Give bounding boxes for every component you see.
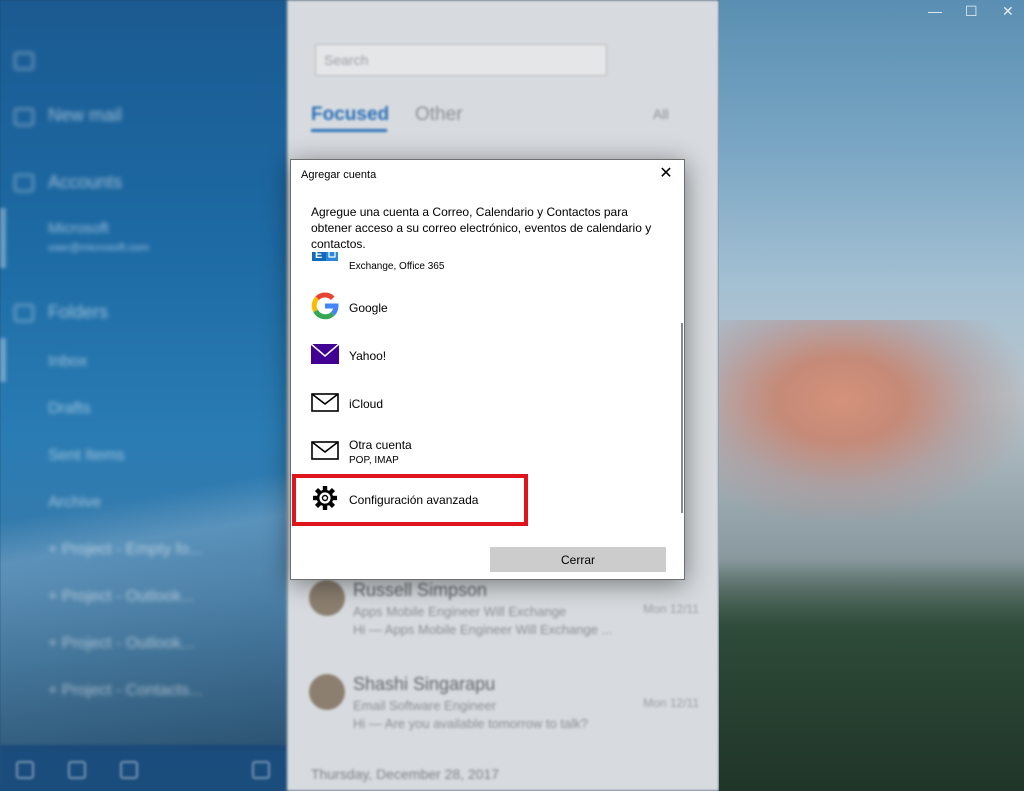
maximize-icon[interactable]: ☐	[965, 3, 978, 20]
exchange-icon: E	[311, 252, 339, 270]
account-name[interactable]: Microsoft	[48, 220, 109, 237]
folder-item[interactable]: Archive	[48, 494, 101, 512]
folder-item[interactable]: + Project - Empty fo...	[48, 541, 202, 559]
mail-icon[interactable]	[16, 761, 34, 779]
folder-item[interactable]: + Project - Outlook...	[48, 588, 194, 606]
sidebar-bottom-bar	[0, 745, 287, 791]
option-sublabel: Exchange, Office 365	[349, 261, 445, 272]
add-account-dialog: Agregar cuenta ✕ Agregue una cuenta a Co…	[290, 159, 685, 580]
reading-pane-background: — ☐ ✕	[719, 0, 1024, 791]
selected-folder-indicator	[0, 338, 6, 382]
window-close-icon[interactable]: ✕	[1002, 3, 1014, 20]
svg-text:E: E	[315, 252, 322, 261]
search-box[interactable]: Search	[315, 44, 607, 76]
folder-item[interactable]: + Project - Outlook...	[48, 635, 194, 653]
option-yahoo[interactable]: Yahoo!	[291, 330, 679, 378]
message-sender: Shashi Singarapu	[353, 674, 496, 694]
option-other-account[interactable]: Otra cuenta POP, IMAP	[291, 426, 679, 474]
folder-item[interactable]: + Project - Contacts...	[48, 682, 202, 700]
filter-dropdown[interactable]: All	[653, 106, 669, 122]
folder-item[interactable]: Sent Items	[48, 447, 124, 465]
calendar-icon[interactable]	[68, 761, 86, 779]
option-icloud[interactable]: iCloud	[291, 378, 679, 426]
option-exchange[interactable]: E Exchange, Office 365	[291, 252, 679, 280]
people-icon[interactable]	[120, 761, 138, 779]
search-placeholder: Search	[324, 52, 369, 68]
google-icon	[311, 292, 339, 320]
envelope-icon	[311, 436, 339, 464]
message-subject: Apps Mobile Engineer Will Exchange	[353, 604, 567, 619]
hamburger-menu-icon[interactable]	[14, 52, 34, 70]
account-email: user@microsoft.com	[48, 242, 150, 254]
list-scrollbar[interactable]	[681, 323, 683, 513]
option-label: Google	[349, 301, 388, 315]
option-label: iCloud	[349, 397, 384, 411]
dialog-close-icon[interactable]: ✕	[655, 163, 677, 185]
envelope-icon	[311, 388, 339, 416]
settings-gear-icon[interactable]	[252, 761, 270, 779]
tab-other[interactable]: Other	[415, 104, 463, 126]
message-item[interactable]: Shashi Singarapu Email Software Engineer…	[309, 674, 699, 734]
selected-account-indicator	[0, 208, 6, 268]
date-group-header: Thursday, December 28, 2017	[311, 766, 500, 782]
tab-focused[interactable]: Focused	[311, 104, 389, 132]
accounts-heading[interactable]: Accounts	[48, 172, 122, 193]
option-sublabel: POP, IMAP	[349, 455, 399, 466]
folder-item[interactable]: Drafts	[48, 400, 91, 418]
message-subject: Email Software Engineer	[353, 698, 497, 713]
yahoo-mail-icon	[310, 340, 340, 368]
message-item[interactable]: Russell Simpson Apps Mobile Engineer Wil…	[309, 580, 699, 640]
mountain-image	[719, 320, 1024, 520]
message-preview: Hi — Apps Mobile Engineer Will Exchange …	[353, 622, 613, 637]
new-mail-button[interactable]: New mail	[48, 105, 122, 126]
dialog-description: Agregue una cuenta a Correo, Calendario …	[311, 205, 652, 251]
option-google[interactable]: Google	[291, 282, 679, 330]
option-label: Otra cuenta	[349, 438, 412, 452]
message-sender: Russell Simpson	[353, 580, 488, 600]
folder-item[interactable]: Inbox	[48, 353, 87, 371]
person-icon	[14, 174, 34, 192]
avatar	[309, 580, 345, 616]
message-date: Mon 12/11	[643, 696, 699, 710]
minimize-icon[interactable]: —	[928, 3, 942, 19]
highlight-box	[292, 474, 528, 526]
avatar	[309, 674, 345, 710]
dialog-title: Agregar cuenta	[301, 169, 377, 181]
folders-heading[interactable]: Folders	[48, 302, 108, 323]
forest-image	[719, 561, 1024, 791]
option-label: Yahoo!	[349, 349, 387, 363]
new-mail-icon[interactable]	[14, 108, 34, 126]
mail-sidebar: New mail Accounts Microsoft user@microso…	[0, 0, 287, 791]
folder-icon	[14, 304, 34, 322]
message-preview: Hi — Are you available tomorrow to talk?	[353, 716, 588, 731]
message-date: Mon 12/11	[643, 602, 699, 616]
close-button[interactable]: Cerrar	[490, 547, 666, 572]
